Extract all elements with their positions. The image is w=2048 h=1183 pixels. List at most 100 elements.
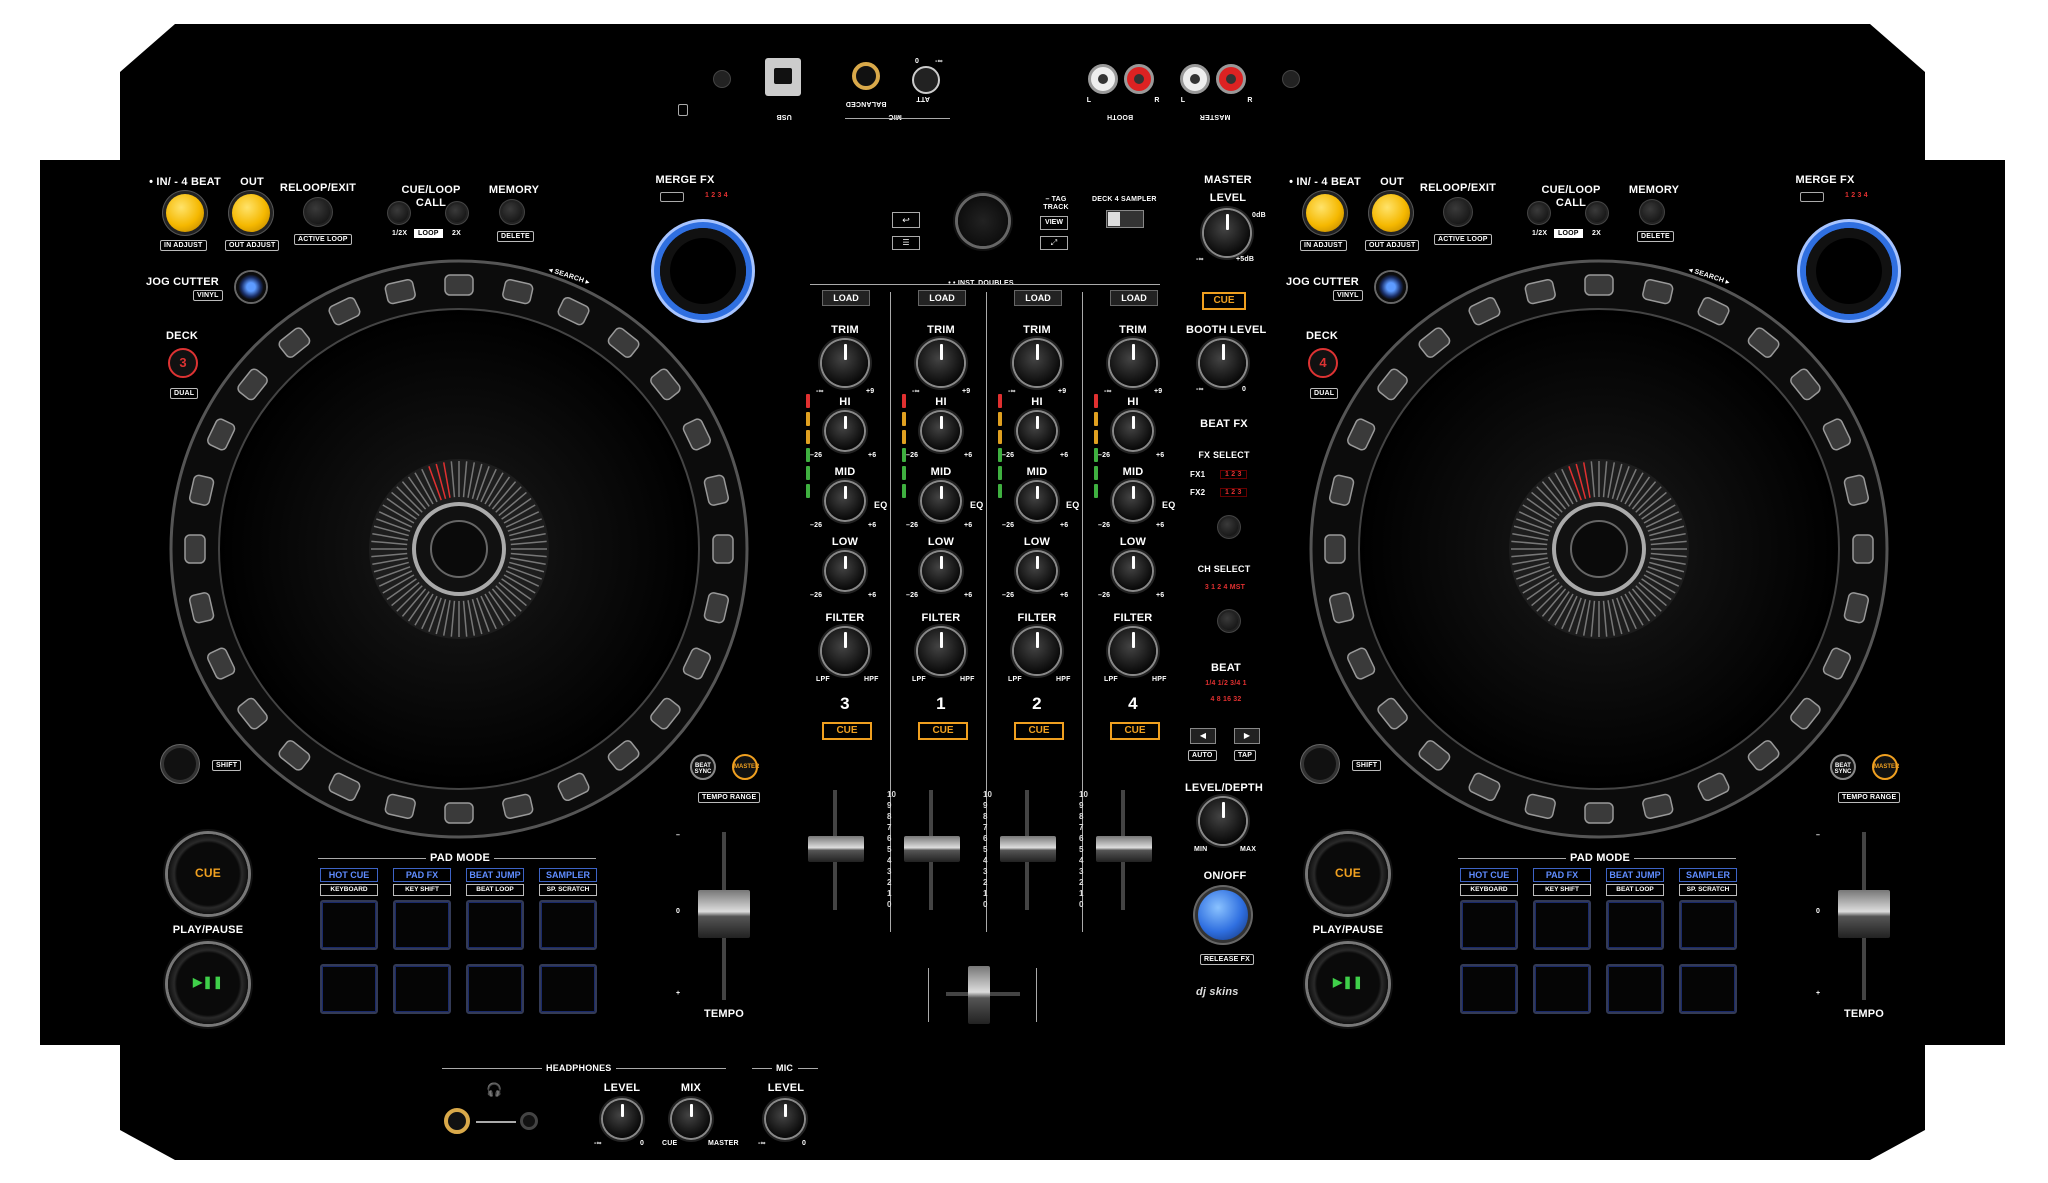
channel-cue-button[interactable]: CUE (1014, 722, 1064, 740)
reloop-button[interactable] (306, 200, 330, 224)
merge-fx-knob[interactable] (1806, 228, 1892, 314)
mid-knob[interactable] (1018, 482, 1056, 520)
pad-7[interactable] (466, 964, 524, 1014)
channel-cue-button[interactable]: CUE (822, 722, 872, 740)
pad-3[interactable] (466, 900, 524, 950)
mid-knob[interactable] (922, 482, 960, 520)
beat-jump-mode-button[interactable]: BEAT JUMP (466, 868, 524, 882)
mic-level-knob[interactable] (766, 1100, 804, 1138)
hi-knob[interactable] (1018, 412, 1056, 450)
trim-knob[interactable] (822, 340, 868, 386)
pad-4[interactable] (1679, 900, 1737, 950)
channel-cue-button[interactable]: CUE (1110, 722, 1160, 740)
headphone-mix-knob[interactable] (672, 1100, 710, 1138)
load-button[interactable]: LOAD (1014, 290, 1062, 306)
master-tempo-button[interactable]: MASTER (732, 754, 759, 780)
browse-knob[interactable] (958, 196, 1008, 246)
loop-out-button[interactable] (232, 194, 270, 232)
beat-left-button[interactable]: ◀ (1190, 728, 1216, 744)
merge-fx-selector[interactable] (660, 192, 684, 202)
trim-knob[interactable] (1014, 340, 1060, 386)
loop-in-button[interactable] (1306, 194, 1344, 232)
cue-loop-call-right-button[interactable] (1588, 204, 1606, 222)
jog-cutter-button[interactable] (1376, 272, 1406, 302)
deck4-sampler-switch[interactable] (1106, 210, 1144, 228)
channel-cue-button[interactable]: CUE (918, 722, 968, 740)
fx-select-button[interactable] (1220, 518, 1238, 536)
trim-knob[interactable] (918, 340, 964, 386)
low-knob[interactable] (1018, 552, 1056, 590)
loop-out-button[interactable] (1372, 194, 1410, 232)
channel-fader-1[interactable] (904, 836, 960, 862)
pad-fx-mode-button[interactable]: PAD FX (393, 868, 451, 882)
beat-right-button[interactable]: ▶ (1234, 728, 1260, 744)
beat-sync-button[interactable]: BEAT SYNC (690, 754, 716, 780)
tempo-fader[interactable] (1838, 890, 1890, 938)
view-button[interactable]: VIEW (1040, 216, 1068, 230)
headphone-jack-large[interactable] (444, 1108, 470, 1134)
pad-5[interactable] (320, 964, 378, 1014)
channel-fader-4[interactable] (1096, 836, 1152, 862)
pad-3[interactable] (1606, 900, 1664, 950)
beat-sync-button[interactable]: BEAT SYNC (1830, 754, 1856, 780)
cue-loop-call-right-button[interactable] (448, 204, 466, 222)
pad-8[interactable] (1679, 964, 1737, 1014)
pad-2[interactable] (393, 900, 451, 950)
cue-loop-call-left-button[interactable] (1530, 204, 1548, 222)
deck-select-button[interactable]: 3 (168, 348, 198, 378)
cue-loop-call-left-button[interactable] (390, 204, 408, 222)
fx-on-off-button[interactable] (1198, 890, 1248, 940)
level-depth-knob[interactable] (1200, 798, 1246, 844)
pad-5[interactable] (1460, 964, 1518, 1014)
reloop-button[interactable] (1446, 200, 1470, 224)
mid-knob[interactable] (826, 482, 864, 520)
pad-1[interactable] (1460, 900, 1518, 950)
pad-8[interactable] (539, 964, 597, 1014)
back-button[interactable]: ↩ (892, 212, 920, 228)
booth-rca-l[interactable] (1088, 64, 1118, 94)
trim-knob[interactable] (1110, 340, 1156, 386)
memory-button[interactable] (1642, 202, 1662, 222)
deck-select-button[interactable]: 4 (1308, 348, 1338, 378)
merge-fx-selector[interactable] (1800, 192, 1824, 202)
jog-cutter-button[interactable] (236, 272, 266, 302)
mid-knob[interactable] (1114, 482, 1152, 520)
shift-button[interactable] (164, 748, 196, 780)
att-switch[interactable] (912, 66, 940, 94)
shift-button[interactable] (1304, 748, 1336, 780)
master-level-knob[interactable] (1204, 210, 1250, 256)
merge-fx-knob[interactable] (660, 228, 746, 314)
expand-button[interactable]: ⤢ (1040, 236, 1068, 250)
headphone-level-knob[interactable] (603, 1100, 641, 1138)
low-knob[interactable] (922, 552, 960, 590)
headphone-jack-small[interactable] (520, 1112, 538, 1130)
ch-select-button[interactable] (1220, 612, 1238, 630)
pad-6[interactable] (393, 964, 451, 1014)
pad-4[interactable] (539, 900, 597, 950)
beat-jump-mode-button[interactable]: BEAT JUMP (1606, 868, 1664, 882)
pad-fx-mode-button[interactable]: PAD FX (1533, 868, 1591, 882)
master-tempo-button[interactable]: MASTER (1872, 754, 1899, 780)
sampler-mode-button[interactable]: SAMPLER (539, 868, 597, 882)
load-button[interactable]: LOAD (918, 290, 966, 306)
low-knob[interactable] (826, 552, 864, 590)
hi-knob[interactable] (922, 412, 960, 450)
loop-in-button[interactable] (166, 194, 204, 232)
booth-level-knob[interactable] (1200, 340, 1246, 386)
hi-knob[interactable] (1114, 412, 1152, 450)
list-button[interactable]: ☰ (892, 236, 920, 250)
crossfader[interactable] (968, 966, 990, 1024)
pad-2[interactable] (1533, 900, 1591, 950)
filter-knob[interactable] (1014, 628, 1060, 674)
low-knob[interactable] (1114, 552, 1152, 590)
load-button[interactable]: LOAD (822, 290, 870, 306)
filter-knob[interactable] (822, 628, 868, 674)
jog-wheel[interactable] (168, 258, 750, 840)
sampler-mode-button[interactable]: SAMPLER (1679, 868, 1737, 882)
hot-cue-mode-button[interactable]: HOT CUE (1460, 868, 1518, 882)
jog-wheel[interactable] (1308, 258, 1890, 840)
master-cue-button[interactable]: CUE (1202, 292, 1246, 310)
memory-button[interactable] (502, 202, 522, 222)
pad-1[interactable] (320, 900, 378, 950)
pad-7[interactable] (1606, 964, 1664, 1014)
